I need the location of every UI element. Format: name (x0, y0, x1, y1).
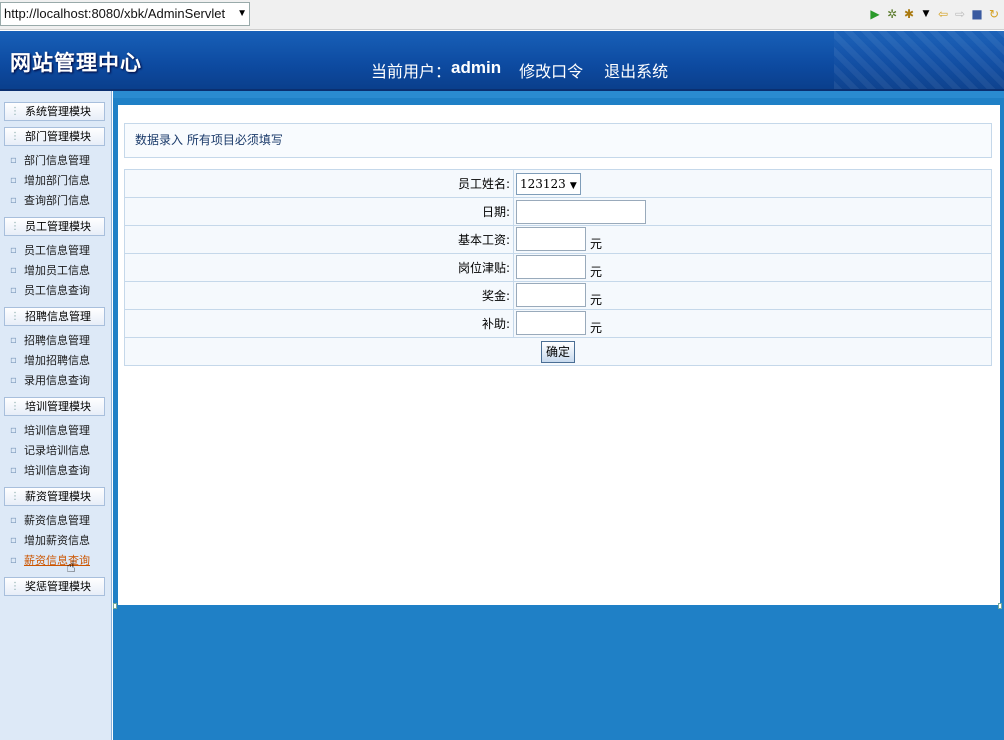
hand-cursor-icon: ☝ (66, 557, 76, 576)
sidebar-item-dept-add[interactable]: 增加部门信息 (10, 173, 90, 189)
sidebar-item-recruit-manage[interactable]: 招聘信息管理 (10, 333, 90, 349)
current-user-label: 当前用户： (371, 62, 452, 81)
date-cell (513, 197, 992, 226)
sidebar-item-training-query[interactable]: 培训信息查询 (10, 463, 90, 479)
browser-toolbar-icons: ▶ ✲ ✱ ▼ ⇦ ⇨ ■ ↻ (869, 6, 1000, 22)
form-notice: 数据录入 所有项目必须填写 (124, 123, 992, 158)
resize-handle[interactable] (998, 603, 1002, 609)
stop-icon[interactable]: ■ (971, 6, 983, 22)
current-user-name: admin (451, 58, 502, 77)
submit-button[interactable]: 确定 (540, 340, 575, 363)
resize-handle[interactable] (113, 603, 117, 609)
sidebar-item-hire-query[interactable]: 录用信息查询 (10, 373, 90, 389)
main-area: 数据录入 所有项目必须填写 员工姓名: 123123▼ 日期: 基本工资: 元 (113, 91, 1004, 740)
employee-name-select[interactable]: 123123 ▼ (516, 172, 581, 195)
subsidy-label: 补助: (124, 309, 514, 338)
subsidy-cell: 元 (513, 309, 992, 338)
unit-label: 元 (590, 264, 603, 279)
employee-name-label: 员工姓名: (124, 169, 514, 198)
debug-icon[interactable]: ✲ (886, 6, 898, 22)
position-allowance-label: 岗位津贴: (124, 253, 514, 282)
sidebar-item-dept-query[interactable]: 查询部门信息 (10, 193, 90, 209)
module-department[interactable]: 部门管理模块 (4, 127, 105, 146)
address-bar[interactable]: http://localhost:8080/xbk/AdminServlet ▼ (0, 2, 250, 26)
sidebar-item-training-record[interactable]: 记录培训信息 (10, 443, 90, 459)
date-label: 日期: (124, 197, 514, 226)
header-nav: 当前用户： admin 修改口令 退出系统 (371, 58, 668, 82)
module-employee[interactable]: 员工管理模块 (4, 217, 105, 236)
sidebar-item-recruit-add[interactable]: 增加招聘信息 (10, 353, 90, 369)
form-row: 补助: 元 (124, 309, 992, 338)
refresh-icon[interactable]: ↻ (988, 6, 1000, 22)
change-password-link[interactable]: 修改口令 (519, 58, 583, 82)
module-training[interactable]: 培训管理模块 (4, 397, 105, 416)
position-allowance-input[interactable] (516, 255, 586, 280)
module-recruit[interactable]: 招聘信息管理 (4, 307, 105, 326)
site-title: 网站管理中心 (10, 51, 142, 75)
content-panel: 数据录入 所有项目必须填写 员工姓名: 123123▼ 日期: 基本工资: 元 (118, 105, 1000, 605)
form-row: 奖金: 元 (124, 281, 992, 310)
logout-link[interactable]: 退出系统 (604, 58, 668, 82)
unit-label: 元 (590, 236, 603, 251)
dropdown-icon[interactable]: ▼ (920, 6, 932, 22)
tools-icon[interactable]: ✱ (903, 6, 915, 22)
forward-icon[interactable]: ⇨ (954, 6, 966, 22)
date-input[interactable] (516, 199, 646, 224)
unit-label: 元 (590, 292, 603, 307)
sidebar-item-emp-add[interactable]: 增加员工信息 (10, 263, 90, 279)
base-salary-label: 基本工资: (124, 225, 514, 254)
form-row: 基本工资: 元 (124, 225, 992, 254)
sidebar: 系统管理模块 部门管理模块 部门信息管理 增加部门信息 查询部门信息 员工管理模… (0, 91, 112, 740)
browser-toolbar: http://localhost:8080/xbk/AdminServlet ▼… (0, 0, 1004, 30)
form-row: 确定 (124, 337, 992, 366)
bonus-cell: 元 (513, 281, 992, 310)
form-row: 日期: (124, 197, 992, 226)
sidebar-item-emp-manage[interactable]: 员工信息管理 (10, 243, 90, 259)
main-top-band (113, 91, 1004, 98)
module-reward[interactable]: 奖惩管理模块 (4, 577, 105, 596)
form-row: 员工姓名: 123123 ▼ (124, 169, 992, 198)
subsidy-input[interactable] (516, 311, 586, 336)
salary-form: 员工姓名: 123123 ▼ 日期: 基本工资: 元 岗位津贴: 元 奖金: 元… (124, 169, 992, 366)
form-row: 岗位津贴: 元 (124, 253, 992, 282)
chevron-down-icon: ▼ (569, 180, 577, 191)
employee-name-cell: 123123 ▼ (513, 169, 992, 198)
position-allowance-cell: 元 (513, 253, 992, 282)
header-decoration (834, 31, 1004, 89)
submit-cell: 确定 (124, 337, 992, 366)
address-text: http://localhost:8080/xbk/AdminServlet (4, 6, 226, 21)
run-icon[interactable]: ▶ (869, 6, 881, 22)
sidebar-item-salary-add[interactable]: 增加薪资信息 (10, 533, 90, 549)
back-icon[interactable]: ⇦ (937, 6, 949, 22)
sidebar-item-dept-manage[interactable]: 部门信息管理 (10, 153, 90, 169)
employee-name-value: 123123 (520, 176, 566, 191)
unit-label: 元 (590, 320, 603, 335)
module-salary[interactable]: 薪资管理模块 (4, 487, 105, 506)
sidebar-item-training-manage[interactable]: 培训信息管理 (10, 423, 90, 439)
bonus-label: 奖金: (124, 281, 514, 310)
site-header: 网站管理中心 当前用户： admin 修改口令 退出系统 (0, 31, 1004, 89)
base-salary-cell: 元 (513, 225, 992, 254)
address-dropdown-icon[interactable]: ▼ (237, 3, 247, 25)
module-system[interactable]: 系统管理模块 (4, 102, 105, 121)
sidebar-item-emp-query[interactable]: 员工信息查询 (10, 283, 90, 299)
bonus-input[interactable] (516, 283, 586, 308)
base-salary-input[interactable] (516, 227, 586, 252)
sidebar-item-salary-manage[interactable]: 薪资信息管理 (10, 513, 90, 529)
